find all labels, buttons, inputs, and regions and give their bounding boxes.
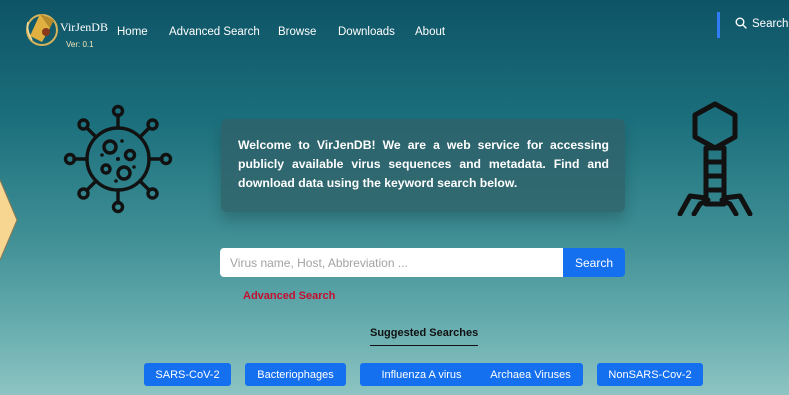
- navbar: VirJenDB Ver: 0.1 Home Advanced Search B…: [0, 0, 789, 64]
- suggested-searches: SARS-CoV-2 Bacteriophages Influenza A vi…: [0, 363, 789, 386]
- coronavirus-icon: [63, 104, 173, 214]
- search-button[interactable]: Search: [563, 248, 625, 277]
- brand-name: VirJenDB: [60, 20, 108, 34]
- welcome-text: Welcome to VirJenDB! We are a web servic…: [238, 138, 609, 190]
- suggested-chip[interactable]: Bacteriophages: [245, 363, 346, 386]
- arrow-right-icon[interactable]: [0, 178, 20, 262]
- bacteriophage-icon: [677, 101, 753, 216]
- suggested-chip[interactable]: Archaea Viruses: [478, 363, 583, 386]
- nav-search-label: Search: [752, 18, 789, 30]
- nav-advanced-search[interactable]: Advanced Search: [169, 26, 260, 38]
- suggested-chip[interactable]: NonSARS-Cov-2: [597, 363, 703, 386]
- search-bar: Search: [220, 248, 625, 277]
- advanced-search-link[interactable]: Advanced Search: [243, 290, 335, 302]
- nav-downloads[interactable]: Downloads: [338, 26, 395, 38]
- search-icon: [735, 17, 747, 29]
- suggested-chip[interactable]: SARS-CoV-2: [144, 363, 231, 386]
- brand-logo[interactable]: VirJenDB Ver: 0.1: [24, 6, 108, 58]
- virus-logo-icon: [26, 14, 58, 46]
- search-input[interactable]: [220, 248, 563, 277]
- suggested-chip[interactable]: Influenza A virus: [360, 363, 483, 386]
- welcome-panel: Welcome to VirJenDB! We are a web servic…: [221, 119, 625, 212]
- nav-search[interactable]: Search: [735, 17, 788, 30]
- nav-divider: [717, 12, 720, 38]
- nav-home[interactable]: Home: [117, 26, 148, 38]
- nav-browse[interactable]: Browse: [278, 26, 316, 38]
- brand-version: Ver: 0.1: [66, 40, 94, 49]
- nav-about[interactable]: About: [415, 26, 445, 38]
- suggested-searches-title: Suggested Searches: [370, 327, 479, 346]
